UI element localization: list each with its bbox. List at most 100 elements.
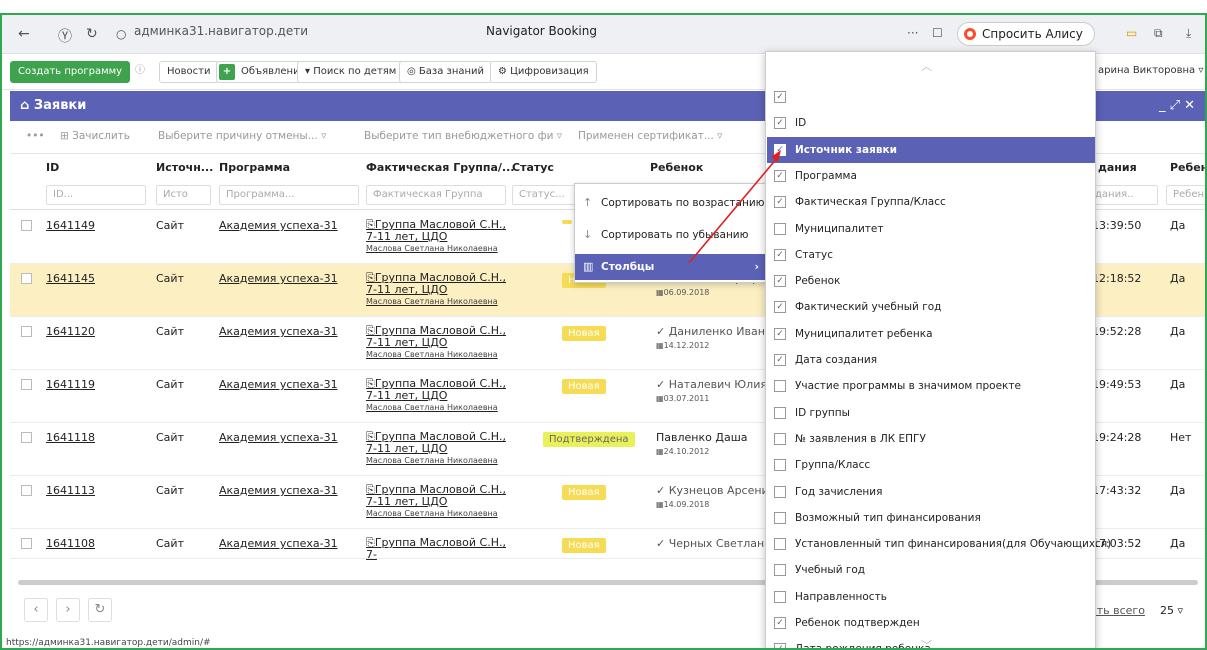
col-group[interactable]: Фактическая Группа/... xyxy=(366,161,514,174)
row-id[interactable]: 1641118 xyxy=(46,431,95,444)
row-group[interactable]: ⎘Группа Масловой С.Н., 7-11 лет, ЦДО Масл… xyxy=(366,378,506,414)
row-id[interactable]: 1641120 xyxy=(46,325,95,338)
bookmark-icon[interactable]: ☐ xyxy=(932,26,943,40)
yandex-icon[interactable]: Ⓨ xyxy=(58,26,72,46)
column-option[interactable]: Учебный год xyxy=(767,557,1095,583)
column-option[interactable]: ✓ Ребенок подтвержден xyxy=(767,610,1095,636)
row-checkbox[interactable] xyxy=(21,220,32,231)
row-checkbox[interactable] xyxy=(21,379,32,390)
columns-item[interactable]: ▥ Столбцы › xyxy=(575,254,767,280)
row-checkbox[interactable] xyxy=(21,538,32,549)
col-child2[interactable]: Ребено xyxy=(1170,161,1205,174)
child-search-button[interactable]: ▾ Поиск по детям xyxy=(297,61,405,83)
window-controls[interactable]: _ ⤢ ✕ xyxy=(1159,91,1195,121)
scroll-up-icon[interactable]: ︿ xyxy=(921,58,932,74)
per-page-select[interactable]: 25 ▿ xyxy=(1160,604,1183,617)
cancel-reason-select[interactable]: Выберите причину отмены... ▿ xyxy=(158,130,326,142)
checkbox-icon[interactable]: ✓ xyxy=(774,143,786,156)
checkbox-icon[interactable] xyxy=(774,538,786,551)
column-option[interactable]: ✓ Источник заявки xyxy=(767,136,1095,163)
column-option[interactable]: Направленность xyxy=(767,584,1095,610)
column-option[interactable]: Возможный тип финансирования xyxy=(767,505,1095,531)
sort-asc-item[interactable]: ↑ Сортировать по возрастанию xyxy=(575,190,767,216)
prev-page-button[interactable]: ‹ xyxy=(24,598,48,622)
col-source[interactable]: Источн... xyxy=(156,161,213,174)
row-group[interactable]: ⎘Группа Масловой С.Н., 7-11 лет, ЦДО Масл… xyxy=(366,431,506,467)
certificate-select[interactable]: Применен сертификат... ▿ xyxy=(578,130,722,142)
enroll-button[interactable]: ⊞ Зачислить xyxy=(60,130,130,142)
column-option[interactable]: Участие программы в значимом проекте xyxy=(767,373,1095,399)
column-option[interactable]: Муниципалитет xyxy=(767,216,1095,242)
site-info-icon[interactable]: ○ xyxy=(116,27,126,41)
help-icon[interactable]: ⓘ xyxy=(135,61,153,83)
column-option[interactable]: ✓ Дата рождения ребенка xyxy=(767,636,1095,648)
column-option[interactable]: ✓ Фактическая Группа/Класс xyxy=(767,189,1095,215)
row-child[interactable]: ✓ Кузнецов Арсений ▦14.09.2018 xyxy=(656,484,766,509)
checkbox-icon[interactable] xyxy=(774,380,786,393)
checkbox-icon[interactable]: ✓ xyxy=(774,643,786,648)
child2-filter[interactable]: Ребен xyxy=(1166,185,1205,205)
column-option[interactable]: ID группы xyxy=(767,400,1095,426)
col-child[interactable]: Ребенок xyxy=(650,161,703,174)
row-group[interactable]: ⎘Группа Масловой С.Н., 7-11 лет, ЦДО Масл… xyxy=(366,484,506,520)
back-icon[interactable]: ← xyxy=(18,26,30,42)
checkbox-icon[interactable] xyxy=(774,222,786,235)
col-program[interactable]: Программа xyxy=(219,161,290,174)
row-id[interactable]: 1641149 xyxy=(46,219,95,232)
row-checkbox[interactable] xyxy=(21,485,32,496)
row-program[interactable]: Академия успеха-31 xyxy=(219,272,338,285)
more-icon[interactable]: ··· xyxy=(907,26,918,40)
row-program[interactable]: Академия успеха-31 xyxy=(219,484,338,497)
address-bar[interactable]: админка31.навигатор.дети xyxy=(134,24,308,38)
checkbox-icon[interactable]: ✓ xyxy=(774,275,786,288)
row-group[interactable]: ⎘Группа Масловой С.Н., 7-11 лет, ЦДО Масл… xyxy=(366,219,506,255)
create-program-button[interactable]: Создать программу xyxy=(10,61,131,83)
knowledge-base-button[interactable]: ◎ База знаний xyxy=(399,61,493,83)
checkbox-icon[interactable] xyxy=(774,459,786,472)
column-option[interactable]: № заявления в ЛК ЕПГУ xyxy=(767,426,1095,452)
alice-button[interactable]: Спросить Алису AI xyxy=(957,22,1095,63)
checkbox-icon[interactable]: ✓ xyxy=(774,196,786,209)
created-filter[interactable]: дания.. xyxy=(1088,185,1158,205)
checkbox-icon[interactable] xyxy=(774,432,786,445)
col-id[interactable]: ID xyxy=(46,161,59,174)
group-filter[interactable]: Фактическая Группа xyxy=(366,185,506,205)
news-button[interactable]: Новости xyxy=(159,61,219,83)
column-option[interactable]: ✓ ID xyxy=(767,110,1095,136)
row-checkbox[interactable] xyxy=(21,326,32,337)
column-option[interactable]: ✓ xyxy=(767,84,1095,110)
column-option[interactable]: ✓ Программа xyxy=(767,163,1095,189)
collections-icon[interactable]: ⧉ xyxy=(1154,26,1163,41)
refresh-icon[interactable]: ↻ xyxy=(88,598,112,622)
column-option[interactable]: ✓ Статус xyxy=(767,242,1095,268)
user-menu[interactable]: арина Викторовна ▿ xyxy=(1098,61,1204,83)
column-option[interactable]: Группа/Класс xyxy=(767,452,1095,478)
checkbox-icon[interactable]: ✓ xyxy=(774,617,786,629)
checkbox-icon[interactable] xyxy=(774,511,786,524)
column-option[interactable]: ✓ Дата создания xyxy=(767,347,1095,373)
next-page-button[interactable]: › xyxy=(56,598,80,622)
column-option[interactable]: ✓ Муниципалитет ребенка xyxy=(767,321,1095,347)
checkbox-icon[interactable]: ✓ xyxy=(774,354,786,366)
checkbox-icon[interactable] xyxy=(774,485,786,498)
program-filter[interactable]: Программа... xyxy=(219,185,359,205)
row-child[interactable]: Павленко Даша ▦24.10.2012 xyxy=(656,431,766,456)
reload-icon[interactable]: ↻ xyxy=(86,26,98,42)
row-id[interactable]: 1641108 xyxy=(46,537,95,550)
source-filter[interactable]: Исто xyxy=(156,185,211,205)
col-status[interactable]: Статус xyxy=(512,161,554,174)
id-filter[interactable]: ID... xyxy=(46,185,146,205)
row-id[interactable]: 1641145 xyxy=(46,272,95,285)
row-id[interactable]: 1641113 xyxy=(46,484,95,497)
checkbox-icon[interactable]: ✓ xyxy=(774,327,786,340)
checkbox-icon[interactable]: ✓ xyxy=(774,117,786,130)
column-option[interactable]: ✓ Ребенок xyxy=(767,268,1095,294)
checkbox-icon[interactable] xyxy=(774,406,786,419)
checkbox-icon[interactable]: ✓ xyxy=(774,169,786,182)
row-child[interactable]: ✓ Наталевич Юлия ▦03.07.2011 xyxy=(656,378,766,403)
sort-desc-item[interactable]: ↓ Сортировать по убыванию xyxy=(575,222,767,248)
budget-type-select[interactable]: Выберите тип внебюджетного фи ▿ xyxy=(364,130,562,142)
download-icon[interactable]: ⤓ xyxy=(1186,26,1191,41)
col-created[interactable]: дания xyxy=(1098,161,1137,174)
checkbox-icon[interactable]: ✓ xyxy=(774,91,786,103)
